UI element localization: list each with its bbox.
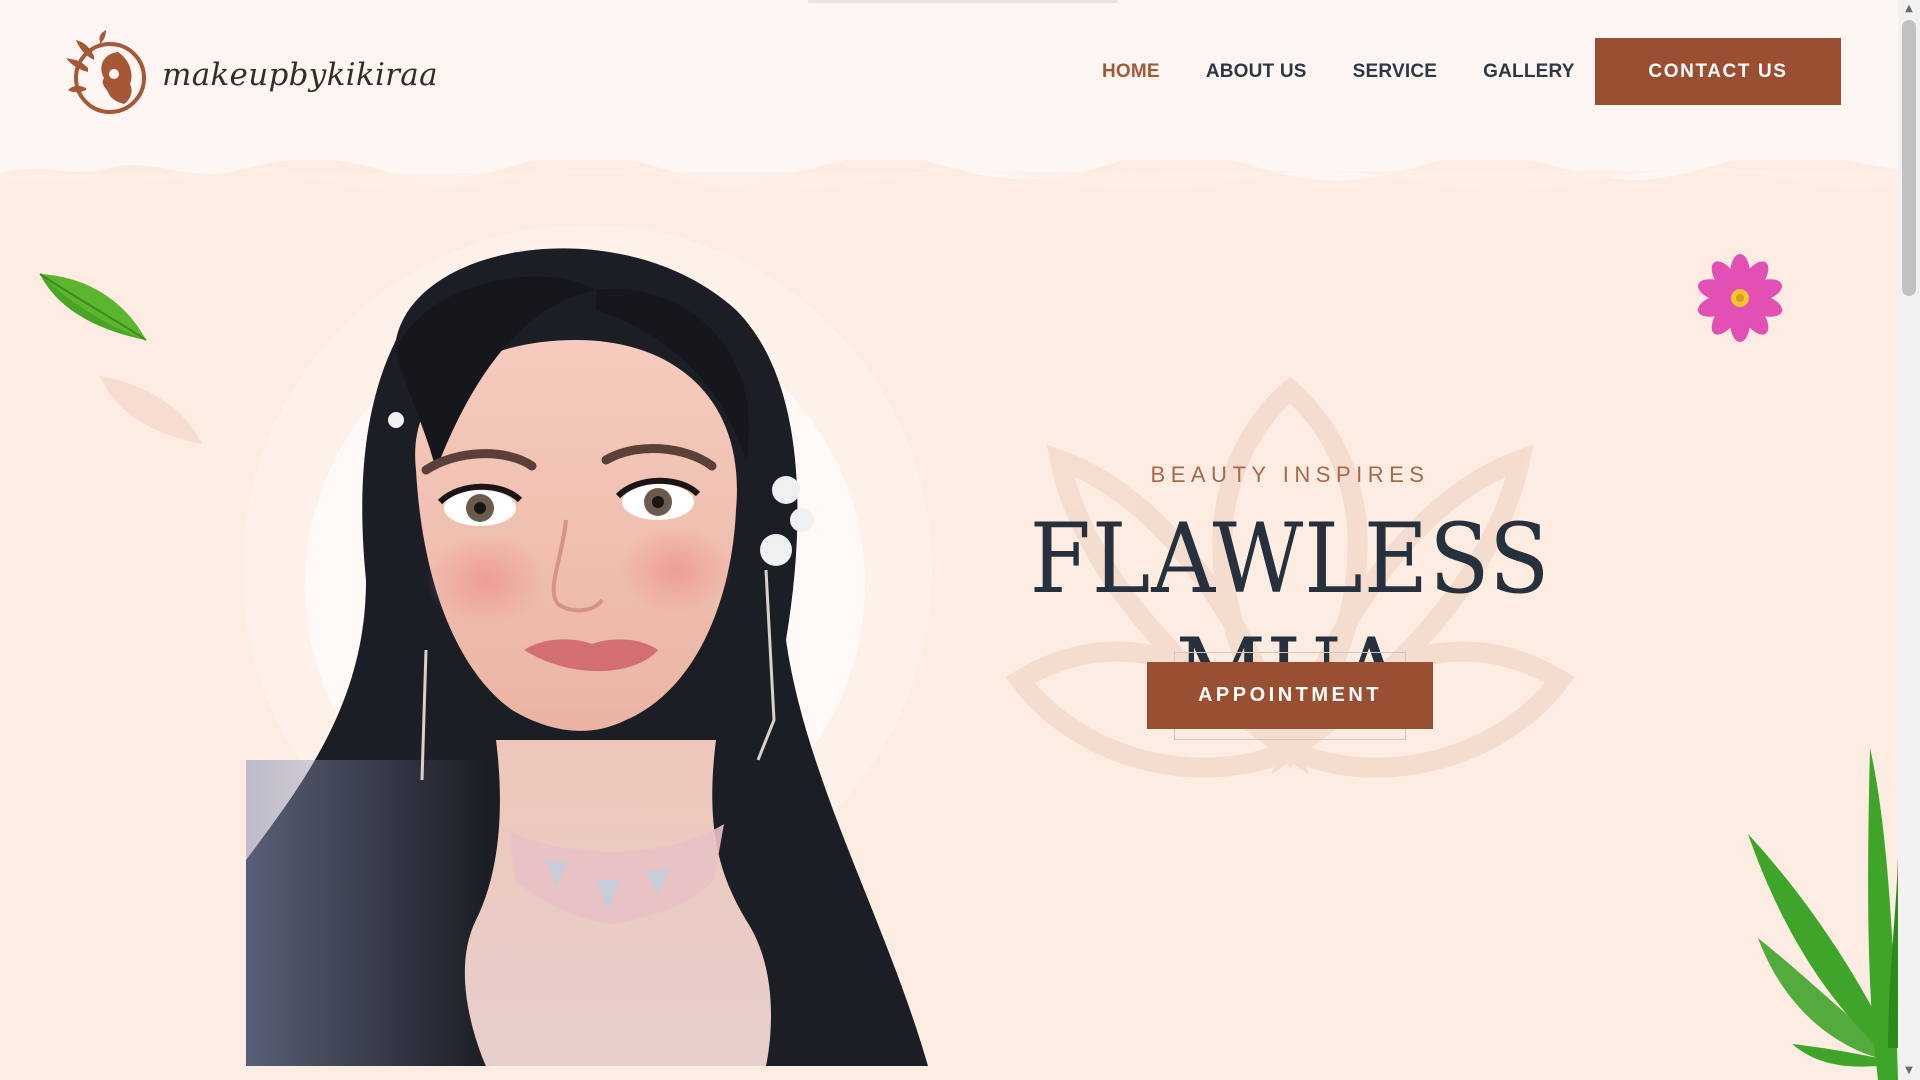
cannabis-leaf-icon bbox=[1748, 748, 1898, 1080]
page-viewport: makeupbykikiraa HOME ABOUT US SERVICE GA… bbox=[0, 0, 1898, 1080]
brand-logo-link[interactable]: makeupbykikiraa bbox=[58, 28, 438, 118]
flower-icon bbox=[1697, 254, 1783, 342]
top-edge-hint bbox=[808, 0, 1118, 3]
chevron-up-icon[interactable]: ▲ bbox=[1898, 0, 1920, 18]
hero-eyebrow: BEAUTY INSPIRES bbox=[1150, 462, 1430, 487]
nav-service[interactable]: SERVICE bbox=[1353, 61, 1437, 83]
brand-name: makeupbykikiraa bbox=[162, 57, 438, 93]
scrollbar-thumb[interactable] bbox=[1902, 20, 1916, 296]
nav-home[interactable]: HOME bbox=[1102, 61, 1160, 83]
nav-about-us[interactable]: ABOUT US bbox=[1206, 61, 1307, 83]
chevron-down-icon[interactable]: ▼ bbox=[1898, 1062, 1920, 1080]
nav-gallery[interactable]: GALLERY bbox=[1483, 61, 1574, 83]
faded-leaf-icon bbox=[100, 376, 202, 444]
leaf-icon bbox=[39, 273, 147, 341]
vertical-scrollbar[interactable]: ▲ ▼ bbox=[1898, 0, 1920, 1080]
contact-us-button[interactable]: CONTACT US bbox=[1595, 38, 1841, 105]
header-brush-edge bbox=[0, 140, 1898, 193]
hero-portrait bbox=[246, 220, 928, 1066]
appointment-button[interactable]: APPOINTMENT bbox=[1147, 662, 1433, 729]
lotus-face-logo-icon bbox=[66, 30, 146, 114]
main-nav: HOME ABOUT US SERVICE GALLERY bbox=[1102, 50, 1621, 94]
